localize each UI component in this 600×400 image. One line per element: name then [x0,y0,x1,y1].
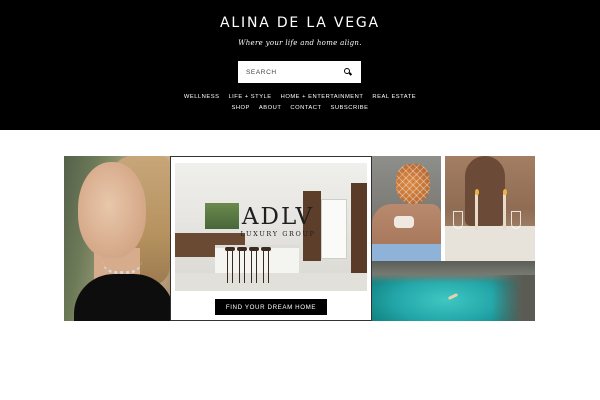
site-title[interactable]: ALINA DE LA VEGA [0,15,600,31]
nav-link-life-style[interactable]: LIFE + STYLE [228,94,271,100]
main-nav-primary: WELLNESS LIFE + STYLE HOME + ENTERTAINME… [0,94,600,100]
logo-mark: ADLV [241,204,315,230]
site-header: ALINA DE LA VEGA Where your life and hom… [0,0,600,130]
main-nav-secondary: SHOP ABOUT CONTACT SUBSCRIBE [0,105,600,111]
nav-link-shop[interactable]: SHOP [231,105,249,111]
find-dream-home-button[interactable]: FIND YOUR DREAM HOME [215,299,327,315]
nav-link-subscribe[interactable]: SUBSCRIBE [331,105,369,111]
nav-link-contact[interactable]: CONTACT [290,105,321,111]
hero-gallery: ADLV LUXURY GROUP FIND YOUR DREAM HOME [64,156,535,321]
search-bar [238,61,361,83]
nav-link-wellness[interactable]: WELLNESS [184,94,220,100]
search-input[interactable] [246,65,336,79]
adlv-logo: ADLV LUXURY GROUP [233,205,323,238]
portrait-photo [64,156,170,321]
logo-subtitle: LUXURY GROUP [240,230,316,238]
real-estate-feature: ADLV LUXURY GROUP FIND YOUR DREAM HOME [170,156,372,321]
sunbathing-photo [372,156,441,261]
site-tagline: Where your life and home align. [238,39,362,47]
search-icon[interactable] [344,68,353,76]
dinner-table-photo [445,156,535,261]
nav-link-home-entertainment[interactable]: HOME + ENTERTAINMENT [281,94,364,100]
ocean-photo [372,261,535,321]
nav-link-about[interactable]: ABOUT [259,105,281,111]
kitchen-photo: ADLV LUXURY GROUP [175,163,367,291]
nav-link-real-estate[interactable]: REAL ESTATE [372,94,416,100]
